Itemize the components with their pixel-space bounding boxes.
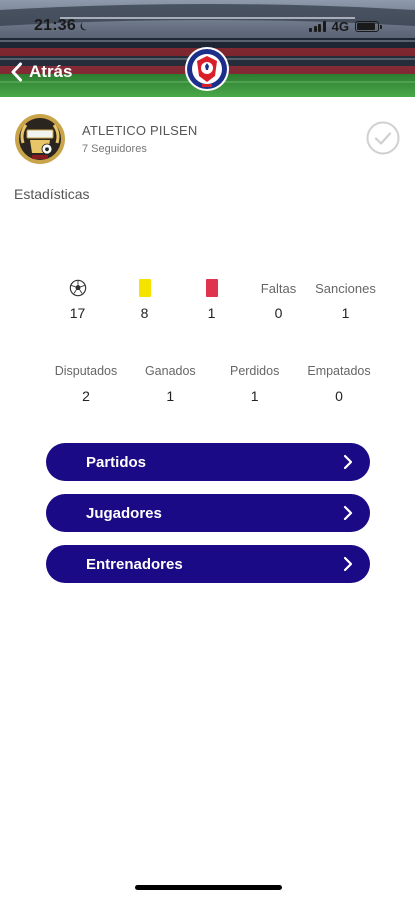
team-row: ATLETICO PILSEN 7 Seguidores bbox=[14, 113, 400, 165]
stat-red-cards: 1 bbox=[178, 278, 245, 321]
button-label: Entrenadores bbox=[86, 555, 183, 573]
stat-label: Disputados bbox=[54, 364, 118, 378]
header-banner: 21:36 4G Atrás bbox=[0, 0, 415, 97]
stat-yellow-cards: 8 bbox=[111, 278, 178, 321]
stat-label: Ganados bbox=[144, 364, 196, 378]
yellow-card-icon bbox=[138, 279, 151, 297]
stat-faltas: Faltas 0 bbox=[245, 278, 312, 322]
stat-value: 8 bbox=[140, 305, 149, 321]
home-indicator[interactable] bbox=[135, 885, 282, 890]
team-crest bbox=[15, 114, 65, 164]
stat-goals: 17 bbox=[44, 278, 111, 321]
battery-fill bbox=[357, 22, 375, 30]
chevron-right-icon bbox=[343, 505, 353, 521]
stat-perdidos: Perdidos 1 bbox=[213, 361, 297, 404]
stat-value: 1 bbox=[341, 305, 350, 321]
soccer-ball-icon bbox=[69, 279, 86, 297]
stat-label: Perdidos bbox=[229, 364, 280, 378]
back-label: Atrás bbox=[29, 62, 73, 81]
stat-label: Faltas bbox=[260, 280, 297, 296]
stat-disputados: Disputados 2 bbox=[44, 361, 128, 404]
button-label: Jugadores bbox=[86, 504, 162, 522]
moon-icon bbox=[80, 21, 87, 30]
partidos-button[interactable]: Partidos bbox=[46, 443, 370, 481]
follow-check-icon[interactable] bbox=[366, 121, 400, 155]
stat-value: 2 bbox=[82, 388, 90, 404]
stats-primary: 17 8 1 Faltas 0 Sanciones 1 bbox=[44, 278, 379, 321]
stat-value: 1 bbox=[207, 305, 216, 321]
chevron-right-icon bbox=[343, 454, 353, 470]
red-card-icon bbox=[205, 279, 218, 297]
button-label: Partidos bbox=[86, 453, 147, 471]
stat-value: 1 bbox=[166, 388, 175, 404]
chevron-right-icon bbox=[343, 556, 353, 572]
battery-icon bbox=[355, 20, 382, 32]
stat-value: 1 bbox=[250, 388, 259, 404]
status-time: 21:36 bbox=[34, 17, 90, 35]
stat-value: 0 bbox=[335, 388, 343, 404]
stat-label: Sanciones bbox=[315, 280, 376, 296]
status-indicators: 4G bbox=[309, 18, 382, 34]
network-type: 4G bbox=[331, 18, 349, 34]
stat-empatados: Empatados 0 bbox=[297, 361, 381, 404]
status-bar: 21:36 4G bbox=[0, 14, 415, 38]
signal-icon bbox=[309, 20, 326, 32]
team-name: ATLETICO PILSEN bbox=[82, 123, 198, 138]
league-logo bbox=[185, 47, 229, 91]
back-button[interactable]: Atrás bbox=[10, 62, 72, 82]
section-title: Estadísticas bbox=[14, 186, 90, 202]
stat-value: 0 bbox=[274, 305, 283, 321]
stat-ganados: Ganados 1 bbox=[128, 361, 212, 404]
stat-sanciones: Sanciones 1 bbox=[312, 278, 379, 322]
chevron-left-icon bbox=[11, 62, 22, 82]
entrenadores-button[interactable]: Entrenadores bbox=[46, 545, 370, 583]
followers-count: 7 Seguidores bbox=[82, 143, 147, 155]
stat-label: Empatados bbox=[307, 364, 371, 378]
stat-value: 17 bbox=[69, 305, 86, 321]
stats-secondary: Disputados 2 Ganados 1 Perdidos 1 Empata… bbox=[44, 361, 381, 404]
jugadores-button[interactable]: Jugadores bbox=[46, 494, 370, 532]
